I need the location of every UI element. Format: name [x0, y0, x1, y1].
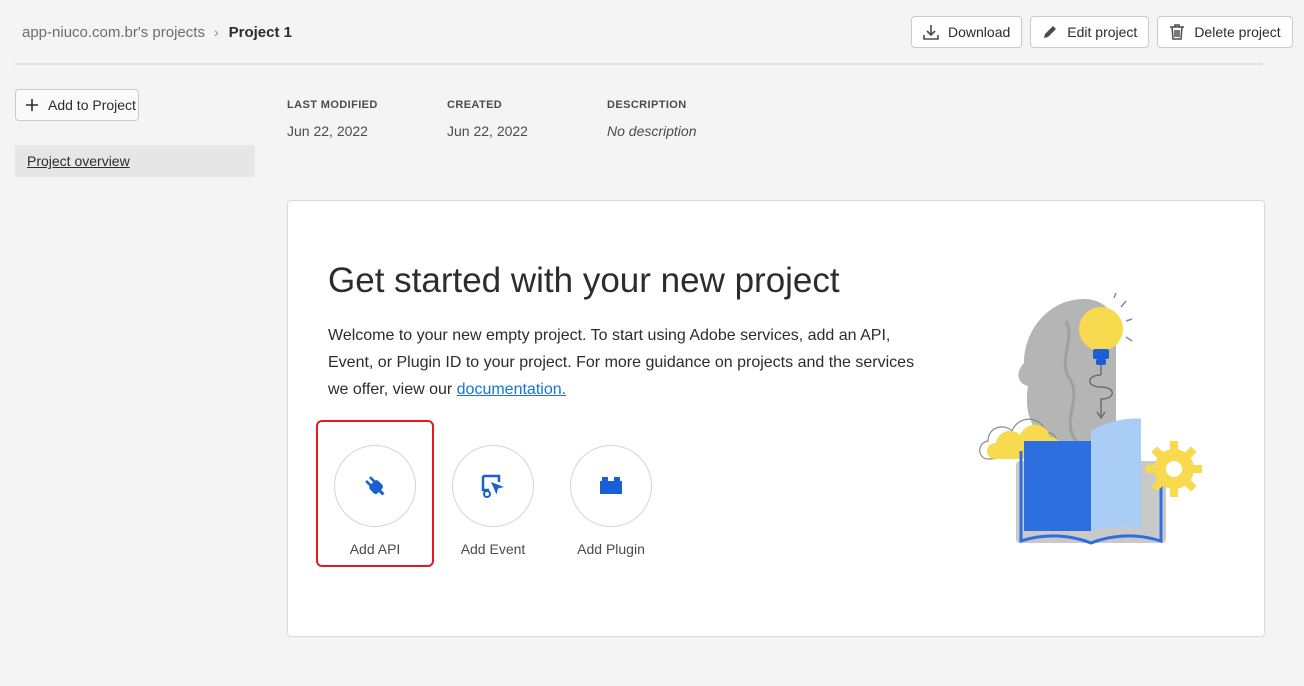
description-value: No description: [607, 123, 697, 139]
pencil-icon: [1044, 26, 1057, 38]
breadcrumb: app-niuco.com.br's projects › Project 1: [22, 22, 292, 42]
last-modified-value: Jun 22, 2022: [287, 123, 368, 139]
add-api-circle[interactable]: [334, 445, 416, 527]
illustration-book-left: [1024, 441, 1091, 531]
header-divider: [15, 63, 1263, 65]
download-label: Download: [948, 24, 1011, 40]
plugin-icon: [600, 477, 622, 494]
breadcrumb-separator-icon: ›: [213, 24, 219, 40]
plug-icon: [365, 476, 385, 496]
download-icon: [923, 25, 939, 40]
plus-icon: [26, 99, 38, 111]
add-plugin-tile[interactable]: Add Plugin: [570, 445, 652, 557]
add-plugin-circle[interactable]: [570, 445, 652, 527]
add-to-project-button[interactable]: Add to Project: [15, 89, 139, 121]
documentation-link[interactable]: documentation.: [457, 381, 566, 398]
project-illustration: [979, 292, 1202, 545]
add-event-tile[interactable]: Add Event: [452, 445, 534, 557]
breadcrumb-parent-link[interactable]: app-niuco.com.br's projects: [22, 24, 205, 41]
add-api-tile[interactable]: Add API: [334, 445, 416, 557]
last-modified-label: LAST MODIFIED: [287, 99, 378, 111]
description-label: DESCRIPTION: [607, 99, 687, 111]
illustration-gear: [1146, 441, 1202, 497]
card-title: Get started with your new project: [328, 261, 840, 300]
delete-project-label: Delete project: [1194, 24, 1281, 40]
add-to-project-label: Add to Project: [48, 97, 136, 113]
edit-project-button[interactable]: Edit project: [1030, 16, 1150, 48]
download-button[interactable]: Download: [911, 16, 1023, 48]
add-plugin-label: Add Plugin: [577, 541, 645, 557]
card-description: Welcome to your new empty project. To st…: [328, 322, 928, 403]
description-block: DESCRIPTION No description: [607, 99, 697, 139]
edit-project-label: Edit project: [1067, 24, 1138, 40]
last-modified-block: LAST MODIFIED Jun 22, 2022: [287, 99, 378, 139]
event-icon: [481, 474, 504, 498]
created-block: CREATED Jun 22, 2022: [447, 99, 528, 139]
illustration-book-right: [1091, 418, 1141, 531]
add-api-label: Add API: [349, 541, 401, 557]
illustration-bulb: [1079, 307, 1123, 351]
project-actions: Download Edit project Delete project: [911, 16, 1293, 48]
card-description-text: Welcome to your new empty project. To st…: [328, 327, 915, 398]
sidebar-item-project-overview[interactable]: Project overview: [15, 145, 255, 177]
add-event-label: Add Event: [460, 541, 526, 557]
add-event-circle[interactable]: [452, 445, 534, 527]
delete-project-button[interactable]: Delete project: [1157, 16, 1293, 48]
created-value: Jun 22, 2022: [447, 123, 528, 139]
get-started-card: Get started with your new project Welcom…: [287, 200, 1265, 637]
trash-icon: [1170, 24, 1185, 40]
created-label: CREATED: [447, 99, 503, 111]
breadcrumb-current: Project 1: [228, 23, 292, 41]
